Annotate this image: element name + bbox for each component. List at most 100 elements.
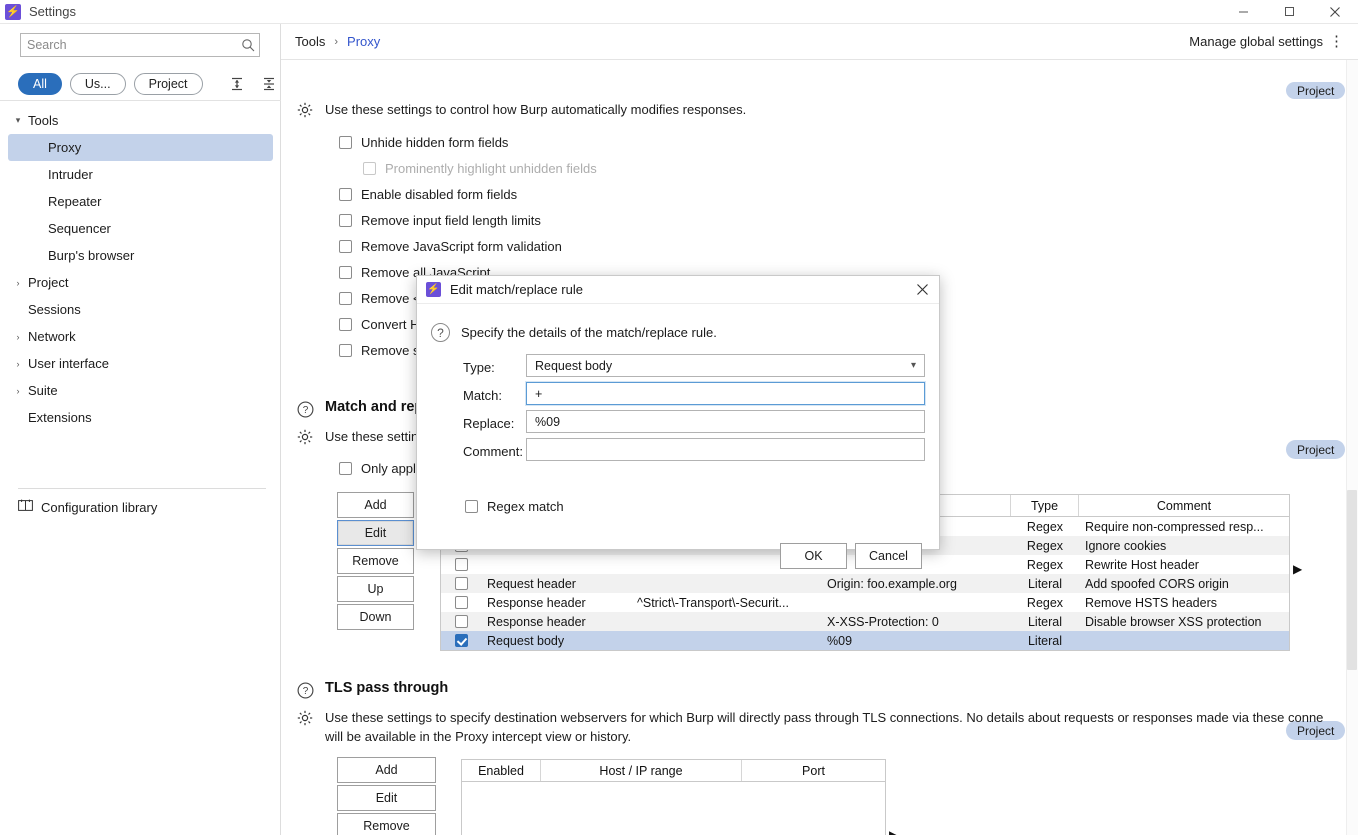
checkbox[interactable] <box>339 214 352 227</box>
match-replace-edit-button[interactable]: Edit <box>337 520 414 546</box>
search-icon[interactable] <box>237 38 259 52</box>
filter-pill-project[interactable]: Project <box>133 72 203 95</box>
dialog-cancel-button[interactable]: Cancel <box>855 543 922 569</box>
checkbox[interactable] <box>339 318 352 331</box>
sidebar-item-suite[interactable]: › Suite <box>0 377 281 404</box>
checkbox <box>363 162 376 175</box>
window-title: Settings <box>29 4 76 19</box>
checkbox[interactable] <box>454 634 468 647</box>
cell-enabled[interactable] <box>441 631 481 650</box>
cell-comment: Add spoofed CORS origin <box>1085 576 1229 591</box>
sidebar-item-sequencer[interactable]: Sequencer <box>0 215 281 242</box>
table-row[interactable]: Response header ^Strict\-Transport\-Secu… <box>441 593 1289 612</box>
close-icon[interactable] <box>1312 0 1358 24</box>
checkbox[interactable] <box>454 558 468 571</box>
sidebar-item-extensions[interactable]: Extensions <box>0 404 281 431</box>
question-icon[interactable]: ? <box>295 399 315 419</box>
breadcrumb-root[interactable]: Tools <box>295 34 325 49</box>
sidebar-item-label: Sequencer <box>48 221 111 236</box>
column-header-host-ip-range[interactable]: Host / IP range <box>541 760 742 781</box>
regex-match-option[interactable]: Regex match <box>465 499 564 514</box>
scrollbar-thumb[interactable] <box>1347 490 1357 670</box>
checkbox[interactable] <box>339 136 352 149</box>
sidebar-item-project[interactable]: › Project <box>0 269 281 296</box>
dialog-help-row: ? Specify the details of the match/repla… <box>431 323 717 342</box>
checkbox[interactable] <box>454 577 468 590</box>
kebab-menu-icon[interactable]: ⋮ <box>1329 34 1344 49</box>
checkbox[interactable] <box>339 462 352 475</box>
match-replace-remove-button[interactable]: Remove <box>337 548 414 574</box>
column-header-enabled[interactable]: Enabled <box>462 760 541 781</box>
type-select[interactable]: Request body ▾ <box>526 354 925 377</box>
sidebar-item-user-interface[interactable]: › User interface <box>0 350 281 377</box>
option-enable-disabled-form-fields[interactable]: Enable disabled form fields <box>339 187 517 202</box>
content-scrollbar[interactable] <box>1346 60 1358 835</box>
table-row[interactable]: Request header Origin: foo.example.org L… <box>441 574 1289 593</box>
sidebar-item-sessions[interactable]: Sessions <box>0 296 281 323</box>
tls-edit-button[interactable]: Edit <box>337 785 436 811</box>
match-replace-down-button[interactable]: Down <box>337 604 414 630</box>
match-input[interactable]: + <box>526 382 925 405</box>
sidebar-item-label: Extensions <box>28 410 92 425</box>
filter-pill-user[interactable]: Us... <box>69 72 126 95</box>
maximize-icon[interactable] <box>1266 0 1312 24</box>
chevron-right-icon: › <box>16 331 20 342</box>
checkbox[interactable] <box>454 615 468 628</box>
cell-enabled[interactable] <box>441 612 481 631</box>
dialog-ok-button[interactable]: OK <box>780 543 847 569</box>
tls-pass-through-description-row: Use these settings to specify destinatio… <box>295 708 1345 746</box>
option-remove-javascript-form-validation[interactable]: Remove JavaScript form validation <box>339 239 562 254</box>
checkbox[interactable] <box>339 344 352 357</box>
column-header-port[interactable]: Port <box>742 760 885 781</box>
search-input[interactable] <box>21 34 237 56</box>
minimize-icon[interactable] <box>1220 0 1266 24</box>
checkbox[interactable] <box>465 500 478 513</box>
option-unhide-hidden-form-fields[interactable]: Unhide hidden form fields <box>339 135 508 150</box>
sidebar-item-burps-browser[interactable]: Burp's browser <box>0 242 281 269</box>
comment-input[interactable] <box>526 438 925 461</box>
match-replace-up-button[interactable]: Up <box>337 576 414 602</box>
checkbox[interactable] <box>339 266 352 279</box>
window-controls <box>1220 0 1358 24</box>
manage-global-settings-button[interactable]: Manage global settings ⋮ <box>1189 34 1344 50</box>
tls-pass-through-title: TLS pass through <box>325 680 449 696</box>
sidebar-item-configuration-library[interactable]: Configuration library <box>18 496 157 518</box>
tls-add-button[interactable]: Add <box>337 757 436 783</box>
checkbox[interactable] <box>339 292 352 305</box>
cell-comment: Require non-compressed resp... <box>1085 519 1264 534</box>
checkbox[interactable] <box>454 596 468 609</box>
sidebar-item-proxy[interactable]: Proxy <box>8 134 273 161</box>
match-replace-add-button[interactable]: Add <box>337 492 414 518</box>
sidebar-item-repeater[interactable]: Repeater <box>0 188 281 215</box>
table-row[interactable]: Request body %09 Literal <box>441 631 1289 650</box>
sidebar-item-network[interactable]: › Network <box>0 323 281 350</box>
search-box[interactable] <box>20 33 260 57</box>
sidebar-item-intruder[interactable]: Intruder <box>0 161 281 188</box>
expand-all-icon[interactable] <box>225 72 249 96</box>
cell-type: Regex <box>1026 538 1064 553</box>
settings-nav-list: ▾ Tools Proxy Intruder Repeater Sequence… <box>0 107 281 431</box>
option-prominently-highlight-unhidden-fields: Prominently highlight unhidden fields <box>363 161 597 176</box>
chevron-down-icon[interactable]: ▾ <box>911 360 916 371</box>
question-icon[interactable]: ? <box>295 680 315 700</box>
breadcrumb-current[interactable]: Proxy <box>347 34 380 49</box>
collapse-all-icon[interactable] <box>257 72 281 96</box>
match-field-label: Match: <box>463 388 503 403</box>
cell-comment: Disable browser XSS protection <box>1085 614 1262 629</box>
option-remove-input-field-length-limits[interactable]: Remove input field length limits <box>339 213 541 228</box>
cell-enabled[interactable] <box>441 593 481 612</box>
cell-enabled[interactable] <box>441 574 481 593</box>
table-row[interactable]: Response header X-XSS-Protection: 0 Lite… <box>441 612 1289 631</box>
tls-remove-button[interactable]: Remove <box>337 813 436 835</box>
cell-type: Literal <box>1027 633 1063 648</box>
column-header-type[interactable]: Type <box>1011 495 1079 516</box>
sidebar-item-tools[interactable]: ▾ Tools <box>0 107 281 134</box>
checkbox[interactable] <box>339 240 352 253</box>
checkbox[interactable] <box>339 188 352 201</box>
column-header-comment[interactable]: Comment <box>1079 495 1289 516</box>
replace-input[interactable]: %09 <box>526 410 925 433</box>
close-icon[interactable] <box>905 276 939 304</box>
filter-pill-all[interactable]: All <box>18 72 62 95</box>
cell-enabled[interactable] <box>441 555 481 574</box>
book-icon <box>18 499 33 515</box>
